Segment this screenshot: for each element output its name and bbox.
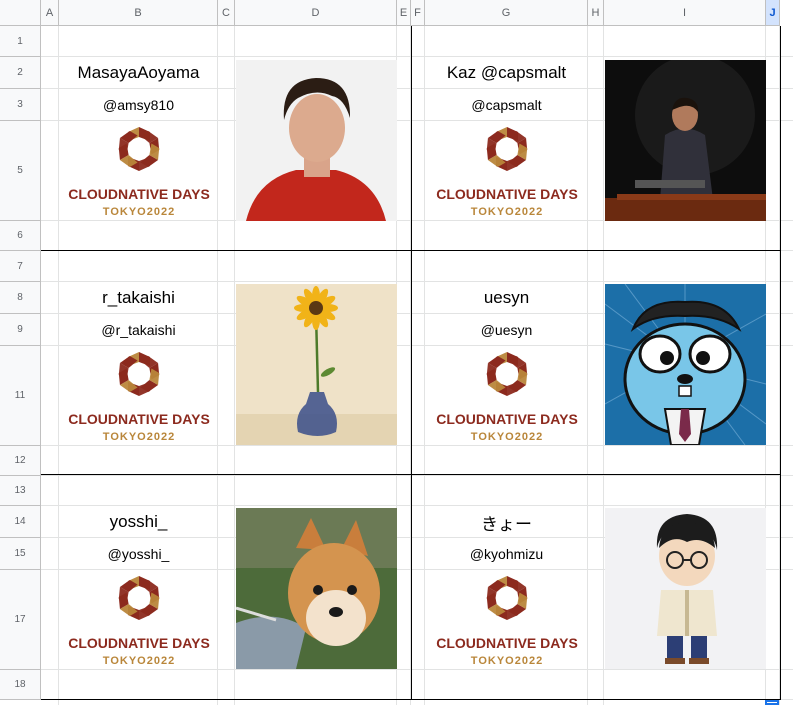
profile-photo[interactable] xyxy=(605,508,766,669)
cloudnative-days-logo: CLOUDNATIVE DAYS TOKYO2022 xyxy=(68,127,210,218)
column-header-b[interactable]: B xyxy=(59,0,218,26)
logo-line2: TOKYO2022 xyxy=(470,431,542,443)
profile-name: Kaz @capsmalt xyxy=(446,63,567,82)
row-header-6[interactable]: 6 xyxy=(0,221,41,251)
cloudnative-days-logo: CLOUDNATIVE DAYS TOKYO2022 xyxy=(436,576,578,667)
logo-line2: TOKYO2022 xyxy=(470,655,542,667)
row-header-12[interactable]: 12 xyxy=(0,446,41,476)
row-header-17[interactable]: 17 xyxy=(0,570,41,670)
column-header-h[interactable]: H xyxy=(588,0,604,26)
logo-line1: CLOUDNATIVE DAYS xyxy=(436,186,578,202)
profile-handle: @amsy810 xyxy=(102,97,175,113)
row-header-7[interactable]: 7 xyxy=(0,251,41,282)
grid-row-line xyxy=(41,475,793,476)
profile-name: MasayaAoyama xyxy=(77,63,200,82)
grid-col-line xyxy=(587,26,588,705)
cloudnative-days-logo: CLOUDNATIVE DAYS TOKYO2022 xyxy=(436,127,578,218)
row-header-9[interactable]: 9 xyxy=(0,314,41,346)
event-logo: CLOUDNATIVE DAYS TOKYO2022 xyxy=(64,123,214,224)
row-header-2[interactable]: 2 xyxy=(0,57,41,89)
row-header-11[interactable]: 11 xyxy=(0,346,41,446)
logo-line1: CLOUDNATIVE DAYS xyxy=(68,186,210,202)
row-header-5[interactable]: 5 xyxy=(0,121,41,221)
logo-line1: CLOUDNATIVE DAYS xyxy=(68,411,210,427)
grid-col-line xyxy=(603,26,604,705)
profile-photo[interactable] xyxy=(605,60,766,221)
event-logo: CLOUDNATIVE DAYS TOKYO2022 xyxy=(432,123,582,224)
logo-line2: TOKYO2022 xyxy=(102,431,174,443)
column-header-i[interactable]: I xyxy=(604,0,766,26)
logo-line1: CLOUDNATIVE DAYS xyxy=(436,635,578,651)
grid-col-line xyxy=(58,26,59,705)
column-header-j[interactable]: J xyxy=(766,0,780,26)
column-header-c[interactable]: C xyxy=(218,0,235,26)
grid-col-line xyxy=(234,26,235,705)
logo-line1: CLOUDNATIVE DAYS xyxy=(68,635,210,651)
profile-handle: @capsmalt xyxy=(471,97,542,113)
block-border-vertical xyxy=(780,26,781,700)
event-logo: CLOUDNATIVE DAYS TOKYO2022 xyxy=(64,348,214,449)
column-header-e[interactable]: E xyxy=(397,0,411,26)
profile-name: きょー xyxy=(481,514,532,534)
row-header-15[interactable]: 15 xyxy=(0,538,41,570)
column-header-d[interactable]: D xyxy=(235,0,397,26)
logo-line2: TOKYO2022 xyxy=(102,206,174,218)
profile-photo[interactable] xyxy=(605,284,766,445)
event-logo: CLOUDNATIVE DAYS TOKYO2022 xyxy=(432,348,582,449)
profile-name: yosshi_ xyxy=(109,512,168,531)
profile-handle: @r_takaishi xyxy=(101,322,176,338)
selected-cell[interactable] xyxy=(765,700,779,705)
logo-line1: CLOUDNATIVE DAYS xyxy=(436,411,578,427)
cloudnative-days-logo: CLOUDNATIVE DAYS TOKYO2022 xyxy=(68,576,210,667)
cloudnative-days-logo: CLOUDNATIVE DAYS TOKYO2022 xyxy=(68,352,210,443)
logo-line2: TOKYO2022 xyxy=(470,206,542,218)
row-header-14[interactable]: 14 xyxy=(0,506,41,538)
select-all-corner[interactable] xyxy=(0,0,41,26)
column-header-f[interactable]: F xyxy=(411,0,425,26)
row-header-8[interactable]: 8 xyxy=(0,282,41,314)
block-border-vertical xyxy=(411,26,412,700)
column-header-a[interactable]: A xyxy=(41,0,59,26)
profile-handle: @uesyn xyxy=(480,322,533,338)
profile-photo[interactable] xyxy=(236,60,397,221)
row-header-13[interactable]: 13 xyxy=(0,476,41,506)
row-header-3[interactable]: 3 xyxy=(0,89,41,121)
event-logo: CLOUDNATIVE DAYS TOKYO2022 xyxy=(432,572,582,673)
profile-handle: @kyohmizu xyxy=(469,546,544,562)
profile-photo[interactable] xyxy=(236,284,397,445)
profile-photo[interactable] xyxy=(236,508,397,669)
row-header-1[interactable]: 1 xyxy=(0,26,41,57)
cloudnative-days-logo: CLOUDNATIVE DAYS TOKYO2022 xyxy=(436,352,578,443)
profile-name: uesyn xyxy=(483,288,530,307)
column-header-g[interactable]: G xyxy=(425,0,588,26)
row-header-18[interactable]: 18 xyxy=(0,670,41,700)
logo-line2: TOKYO2022 xyxy=(102,655,174,667)
grid-col-line xyxy=(424,26,425,705)
spreadsheet[interactable]: ABCDEFGHIJ 1 2 3 5 6 7 8 9 11 12 13 14 15 17 18 Masaya… xyxy=(0,0,793,705)
profile-handle: @yosshi_ xyxy=(107,546,170,562)
profile-name: r_takaishi xyxy=(102,288,175,307)
event-logo: CLOUDNATIVE DAYS TOKYO2022 xyxy=(64,572,214,673)
grid-col-line xyxy=(217,26,218,705)
